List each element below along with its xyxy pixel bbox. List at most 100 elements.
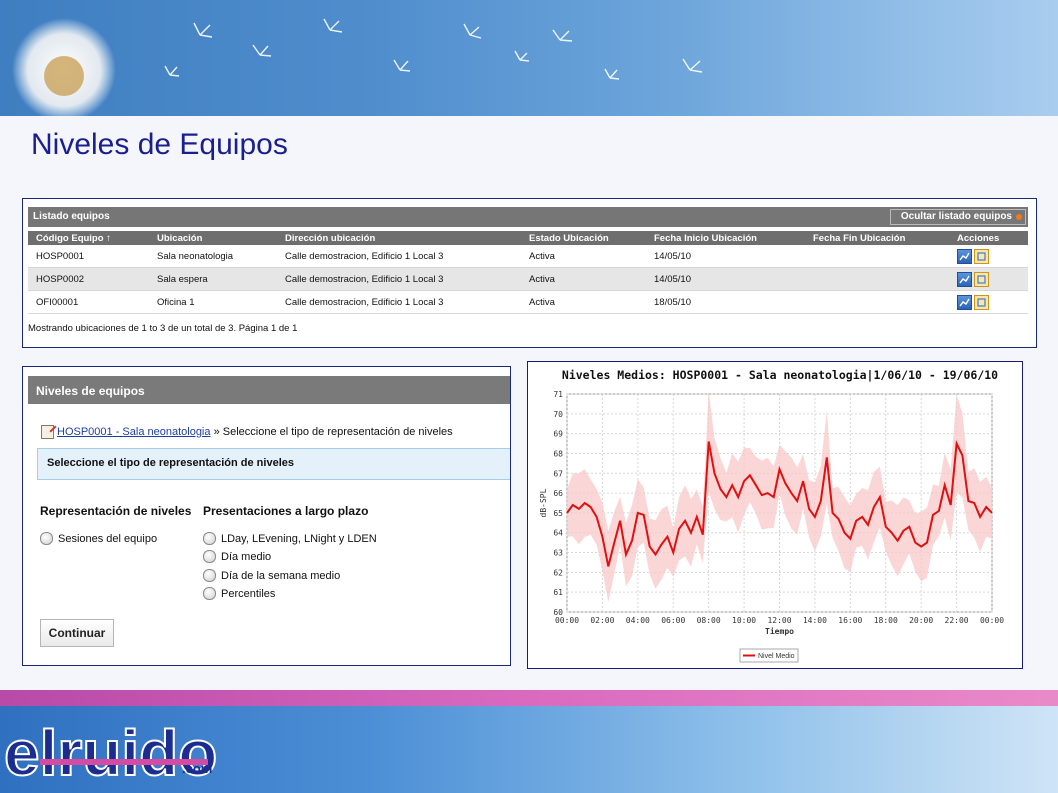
cell-acciones <box>949 267 1028 291</box>
cell-fin <box>805 290 949 314</box>
y-axis-label: dB-SPL <box>539 488 548 517</box>
cell-ubicacion: Oficina 1 <box>149 290 277 314</box>
y-tick-label: 64 <box>553 529 563 538</box>
chart-panel: Niveles Medios: HOSP0001 - Sala neonatol… <box>527 361 1023 669</box>
radio-dia-semana[interactable]: Día de la semana medio <box>203 569 340 582</box>
y-tick-label: 62 <box>553 568 563 577</box>
col-codigo[interactable]: Código Equipo ↑ <box>28 231 149 245</box>
table-row: HOSP0001 Sala neonatologia Calle demostr… <box>28 245 1028 268</box>
levels-chart: Niveles Medios: HOSP0001 - Sala neonatol… <box>539 368 1004 663</box>
x-tick-label: 08:00 <box>697 616 721 625</box>
svg-text:elruido: elruido <box>4 717 217 789</box>
equipment-list-header: Listado equipos Ocultar listado equipos <box>28 207 1028 227</box>
equipment-list-title: Listado equipos <box>33 211 110 222</box>
cell-direccion: Calle demostracion, Edificio 1 Local 3 <box>277 245 521 268</box>
chart-title: Niveles Medios: HOSP0001 - Sala neonatol… <box>562 368 998 382</box>
y-tick-label: 69 <box>553 430 563 439</box>
y-tick-label: 66 <box>553 489 563 498</box>
elruido-logo: elruido .com <box>3 716 218 790</box>
hide-list-button[interactable]: Ocultar listado equipos <box>889 209 1026 225</box>
table-row: OFI00001 Oficina 1 Calle demostracion, E… <box>28 290 1028 314</box>
continue-button[interactable]: Continuar <box>40 619 114 647</box>
cell-estado: Activa <box>521 267 646 291</box>
info-box-text: Seleccione el tipo de representación de … <box>47 457 294 469</box>
table-row: HOSP0002 Sala espera Calle demostracion,… <box>28 267 1028 291</box>
cell-fin <box>805 245 949 268</box>
cell-inicio: 14/05/10 <box>646 267 805 291</box>
cell-acciones <box>949 290 1028 314</box>
radio-sesiones[interactable]: Sesiones del equipo <box>40 532 157 545</box>
x-tick-label: 20:00 <box>909 616 933 625</box>
radio-label: Día medio <box>221 550 272 563</box>
breadcrumb-current: Seleccione el tipo de representación de … <box>222 425 453 438</box>
cell-acciones <box>949 245 1028 268</box>
map-icon[interactable] <box>974 294 989 310</box>
x-tick-label: 12:00 <box>767 616 791 625</box>
x-tick-label: 02:00 <box>590 616 614 625</box>
breadcrumb: HOSP0001 - Sala neonatologia » Seleccion… <box>41 425 453 439</box>
col-direccion[interactable]: Dirección ubicación <box>277 231 521 245</box>
col-acciones: Acciones <box>949 231 1028 245</box>
chart-icon[interactable] <box>957 248 972 264</box>
radio-button[interactable] <box>203 569 216 582</box>
col-inicio[interactable]: Fecha Inicio Ubicación <box>646 231 805 245</box>
col-fin[interactable]: Fecha Fin Ubicación <box>805 231 949 245</box>
legend-label: Nivel Medio <box>758 653 795 660</box>
header-banner <box>0 0 1058 116</box>
radio-percentiles[interactable]: Percentiles <box>203 587 275 600</box>
table-header-row: Código Equipo ↑ Ubicación Dirección ubic… <box>28 231 1028 245</box>
dandelion-illustration <box>12 18 703 116</box>
x-tick-label: 22:00 <box>945 616 969 625</box>
pagination-summary: Mostrando ubicaciones de 1 to 3 de un to… <box>28 323 298 334</box>
radio-button[interactable] <box>40 532 53 545</box>
x-tick-label: 14:00 <box>803 616 827 625</box>
radio-label: Sesiones del equipo <box>58 532 158 545</box>
cell-fin <box>805 267 949 291</box>
x-tick-label: 06:00 <box>661 616 685 625</box>
map-icon[interactable] <box>974 271 989 287</box>
levels-panel-title: Niveles de equipos <box>36 384 145 398</box>
radio-lday[interactable]: LDay, LEvening, LNight y LDEN <box>203 532 377 545</box>
x-axis-label: Tiempo <box>765 626 794 636</box>
cell-direccion: Calle demostracion, Edificio 1 Local 3 <box>277 290 521 314</box>
levels-panel: Niveles de equipos HOSP0001 - Sala neona… <box>22 366 511 666</box>
long-term-title: Presentaciones a largo plazo <box>203 504 369 518</box>
cell-inicio: 14/05/10 <box>646 245 805 268</box>
y-tick-label: 67 <box>553 469 563 478</box>
x-tick-label: 00:00 <box>980 616 1004 625</box>
y-tick-label: 68 <box>553 449 563 458</box>
cell-ubicacion: Sala neonatologia <box>149 245 277 268</box>
footer-stripe <box>0 690 1058 706</box>
col-estado[interactable]: Estado Ubicación <box>521 231 646 245</box>
chart-icon[interactable] <box>957 294 972 310</box>
x-tick-label: 10:00 <box>732 616 756 625</box>
cell-estado: Activa <box>521 290 646 314</box>
breadcrumb-link-equipment[interactable]: HOSP0001 - Sala neonatologia <box>57 426 211 438</box>
y-tick-label: 61 <box>553 588 563 597</box>
y-tick-label: 71 <box>553 390 563 399</box>
x-tick-label: 04:00 <box>626 616 650 625</box>
x-tick-label: 16:00 <box>838 616 862 625</box>
svg-text:.com: .com <box>182 761 212 776</box>
x-tick-label: 00:00 <box>555 616 579 625</box>
radio-label: Día de la semana medio <box>221 569 341 582</box>
cell-estado: Activa <box>521 245 646 268</box>
orange-dot-icon <box>1016 214 1022 220</box>
equipment-list-panel: Listado equipos Ocultar listado equipos … <box>22 198 1037 348</box>
hide-list-label: Ocultar listado equipos <box>900 211 1012 222</box>
page-title: Niveles de Equipos <box>31 128 288 161</box>
radio-button[interactable] <box>203 550 216 563</box>
cell-inicio: 18/05/10 <box>646 290 805 314</box>
map-icon[interactable] <box>974 248 989 264</box>
edit-document-icon <box>41 425 54 439</box>
representation-title: Representación de niveles <box>40 504 192 518</box>
radio-button[interactable] <box>203 587 216 600</box>
chart-icon[interactable] <box>957 271 972 287</box>
y-tick-label: 65 <box>553 509 563 518</box>
col-ubicacion[interactable]: Ubicación <box>149 231 277 245</box>
y-tick-label: 70 <box>553 410 563 419</box>
cell-direccion: Calle demostracion, Edificio 1 Local 3 <box>277 267 521 291</box>
radio-button[interactable] <box>203 532 216 545</box>
levels-panel-header: Niveles de equipos <box>28 376 510 404</box>
radio-dia-medio[interactable]: Día medio <box>203 550 271 563</box>
